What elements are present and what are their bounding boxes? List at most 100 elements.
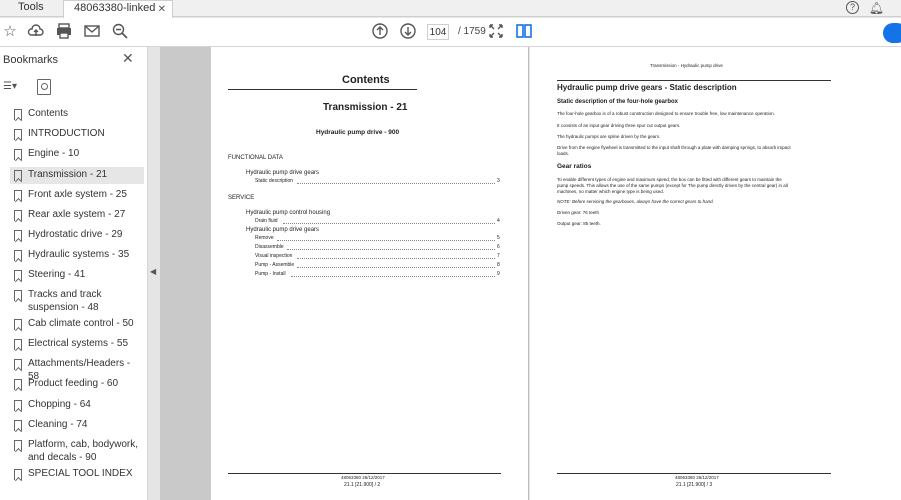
- section-title: Transmission - 21: [323, 102, 408, 113]
- document-viewer[interactable]: ◀ Contents Transmission - 21 Hydraulic p…: [148, 47, 901, 500]
- bookmark-icon: [14, 379, 22, 390]
- star-icon[interactable]: ☆: [0, 22, 20, 42]
- bookmark-icon: [14, 230, 22, 241]
- toc-entry[interactable]: Remove: [255, 235, 274, 241]
- collapse-panel-icon[interactable]: ◀: [150, 267, 156, 276]
- toc-entry[interactable]: Visual inspection: [255, 253, 292, 259]
- print-icon[interactable]: [54, 22, 74, 42]
- share-button[interactable]: [883, 23, 901, 43]
- bookmark-electrical[interactable]: Electrical systems - 55: [10, 338, 144, 351]
- toc-item: Hydraulic pump control housing: [246, 210, 331, 216]
- subtitle: Static description of the four-hole gear…: [557, 99, 679, 105]
- paragraph: It consists of an input gear driving thr…: [557, 123, 681, 128]
- find-bookmark-icon[interactable]: [37, 79, 51, 95]
- bookmarks-panel: Bookmarks ✕ ☰▾ Contents INTRODUCTION Eng…: [0, 47, 148, 500]
- toc-leader: [283, 223, 495, 224]
- paragraph: loads.: [557, 151, 570, 156]
- bookmark-tracks[interactable]: Tracks and track suspension - 48: [10, 289, 144, 314]
- bookmark-engine[interactable]: Engine - 10: [10, 148, 144, 161]
- footer-page-ref: 21.1 [21.900] / 2: [344, 482, 381, 488]
- paragraph: The four-hole gearbox is of a robust con…: [557, 111, 775, 116]
- bookmark-special-tool-index[interactable]: SPECIAL TOOL INDEX: [10, 468, 144, 481]
- close-icon[interactable]: ✕: [122, 50, 134, 67]
- toc-page: 5: [497, 235, 500, 241]
- tab-document[interactable]: 48063380-linked pd... ✕: [63, 0, 173, 29]
- toc-page: 4: [497, 218, 500, 224]
- toc-entry[interactable]: Static description: [255, 178, 293, 184]
- bookmark-icon: [14, 170, 22, 181]
- bookmark-cab-climate[interactable]: Cab climate control - 50: [10, 318, 144, 331]
- footer-doc-number: 48063380 26/12/2017: [341, 475, 385, 480]
- bookmark-icon: [14, 339, 22, 350]
- toc-entry[interactable]: Drain fluid: [255, 218, 278, 224]
- paragraph: To enable different types of engine and …: [557, 177, 782, 182]
- toc-page: 3: [497, 178, 500, 184]
- panel-title: Bookmarks: [3, 54, 59, 66]
- bookmark-icon: [14, 109, 22, 120]
- toc-page: 9: [497, 271, 500, 277]
- bookmark-front-axle[interactable]: Front axle system - 25: [10, 189, 144, 202]
- bookmark-platform[interactable]: Platform, cab, bodywork, and decals - 90: [10, 439, 144, 464]
- bookmark-icon: [14, 469, 22, 480]
- subsection-title: Hydraulic pump drive - 900: [316, 129, 400, 136]
- page-up-icon[interactable]: [370, 22, 390, 42]
- tab-tools[interactable]: Tools: [18, 0, 44, 17]
- title-rule: [557, 80, 831, 81]
- bookmark-cleaning[interactable]: Cleaning - 74: [10, 419, 144, 432]
- paragraph: pump speeds. This allows the use of the …: [557, 183, 788, 188]
- toc-entry[interactable]: Pump - Install: [255, 271, 286, 277]
- bookmark-transmission[interactable]: Transmission - 21: [10, 167, 144, 184]
- bookmark-chopping[interactable]: Chopping - 64: [10, 399, 144, 412]
- bookmark-steering[interactable]: Steering - 41: [10, 269, 144, 282]
- bookmark-icon: [14, 149, 22, 160]
- close-icon[interactable]: ✕: [158, 2, 166, 17]
- page-title: Hydraulic pump drive gears - Static desc…: [557, 83, 737, 92]
- page-down-icon[interactable]: [398, 22, 418, 42]
- output-gear: Output gear: 85 teeth.: [557, 221, 601, 226]
- bookmark-rear-axle[interactable]: Rear axle system - 27: [10, 209, 144, 222]
- running-head: Transmission - Hydraulic pump drive: [650, 63, 723, 68]
- two-page-view-icon[interactable]: [514, 22, 534, 42]
- bell-icon[interactable]: 🔔︎: [869, 1, 884, 15]
- footer-rule: [228, 473, 501, 474]
- bookmark-hydrostatic[interactable]: Hydrostatic drive - 29: [10, 229, 144, 242]
- group-functional-data: FUNCTIONAL DATA: [228, 155, 283, 161]
- bookmark-introduction[interactable]: INTRODUCTION: [10, 128, 144, 141]
- zoom-out-icon[interactable]: [110, 22, 130, 42]
- bookmark-product-feeding[interactable]: Product feeding - 60: [10, 378, 144, 391]
- upload-cloud-icon[interactable]: [26, 22, 46, 42]
- bookmark-icon: [14, 129, 22, 140]
- bookmark-contents[interactable]: Contents: [10, 108, 144, 121]
- viewer-gutter: [160, 47, 211, 500]
- page-heading: Contents: [342, 74, 390, 86]
- toc-item: Hydraulic pump drive gears: [246, 227, 320, 233]
- section-heading: Gear ratios: [557, 163, 592, 170]
- paragraph: Drive from the engine flywheel is transm…: [557, 145, 791, 150]
- bookmark-hydraulic-systems[interactable]: Hydraulic systems - 35: [10, 249, 144, 262]
- footer-rule: [557, 473, 831, 474]
- tab-bar: Tools 48063380-linked pd... ✕ ? 🔔︎: [0, 0, 901, 29]
- toc-page: 7: [497, 253, 500, 259]
- fit-page-icon[interactable]: [486, 22, 506, 42]
- driven-gear: Driven gear: 76 teeth: [557, 210, 600, 215]
- mail-icon[interactable]: [82, 22, 102, 42]
- paragraph: The hydraulic pumps are spline driven by…: [557, 134, 661, 139]
- toc-entry[interactable]: Pump - Assemble: [255, 262, 294, 268]
- bookmark-icon: [14, 440, 22, 451]
- bookmark-icon: [14, 290, 22, 301]
- help-icon[interactable]: ?: [846, 1, 859, 14]
- toc-leader: [297, 258, 495, 259]
- options-menu-icon[interactable]: ☰▾: [3, 81, 25, 95]
- page-number-input[interactable]: 104: [427, 24, 449, 40]
- toc-leader: [287, 249, 495, 250]
- toc-item: Hydraulic pump drive gears: [246, 170, 320, 176]
- bookmark-icon: [14, 319, 22, 330]
- toc-entry[interactable]: Disassemble: [255, 244, 284, 250]
- bookmark-icon: [14, 210, 22, 221]
- bookmark-icon: [14, 359, 22, 370]
- toc-leader: [297, 267, 495, 268]
- bookmark-icon: [14, 250, 22, 261]
- group-service: SERVICE: [228, 195, 255, 201]
- toc-page: 8: [497, 262, 500, 268]
- toc-page: 6: [497, 244, 500, 250]
